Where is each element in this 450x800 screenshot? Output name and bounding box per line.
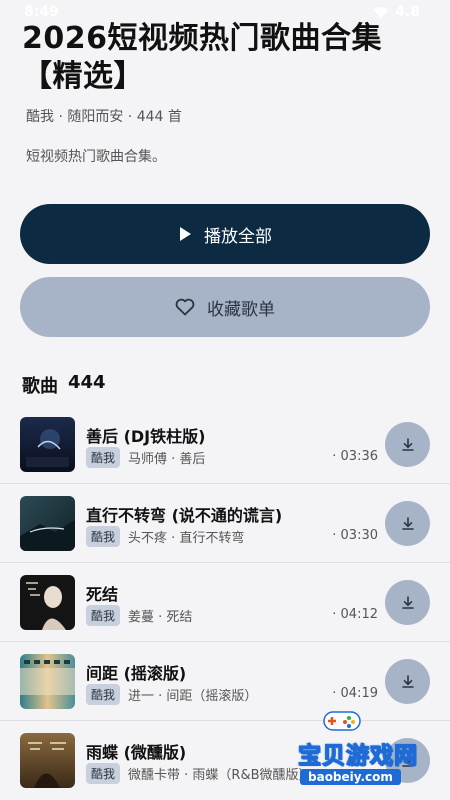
album-cover (20, 417, 75, 472)
song-subline: 酷我 进一 · 间距（摇滚版） (86, 684, 360, 705)
download-button[interactable] (385, 580, 430, 625)
source-tag: 酷我 (86, 763, 121, 784)
song-title: 死结 (86, 585, 119, 604)
song-duration: · 04:19 (332, 686, 378, 701)
song-artist-album: 头不疼 · 直行不转弯 (128, 531, 245, 546)
song-subline: 酷我 马师傅 · 善后 (86, 447, 360, 468)
watermark-logo: 宝贝游戏网 baobeiy.com (272, 706, 444, 792)
wifi-icon (374, 7, 389, 18)
download-button[interactable] (385, 422, 430, 467)
album-cover (20, 575, 75, 630)
songs-section-label: 歌曲 (22, 376, 58, 397)
download-button[interactable] (385, 501, 430, 546)
status-time: 8:49 (24, 4, 59, 20)
download-icon (401, 437, 414, 451)
gamepad-icon (320, 706, 364, 736)
song-duration: · 03:30 (332, 528, 378, 543)
source-tag: 酷我 (86, 447, 121, 468)
watermark-url: baobeiy.com (300, 769, 401, 785)
song-row[interactable]: 善后 (DJ铁柱版) 酷我 马师傅 · 善后 · 03:36 (0, 405, 450, 484)
album-cover (20, 496, 75, 551)
song-title: 间距 (摇滚版) (86, 664, 187, 683)
album-cover (20, 733, 75, 788)
favorite-label: 收藏歌单 (207, 299, 275, 320)
playlist-description: 短视频热门歌曲合集。 (26, 149, 166, 165)
playlist-page: 8:49 4.8 2026短视频热门歌曲合集【精选】 酷我 · 随阳而安 · 4… (0, 0, 450, 800)
playlist-meta: 酷我 · 随阳而安 · 444 首 (26, 109, 182, 125)
song-duration: · 03:36 (332, 449, 378, 464)
source-tag: 酷我 (86, 605, 121, 626)
download-icon (401, 674, 414, 688)
playlist-title: 2026短视频热门歌曲合集【精选】 (22, 21, 382, 94)
song-subline: 酷我 头不疼 · 直行不转弯 (86, 526, 360, 547)
download-icon (401, 595, 414, 609)
play-icon (180, 227, 191, 241)
source-tag: 酷我 (86, 684, 121, 705)
song-artist-album: 姜蔓 · 死结 (128, 610, 193, 625)
song-title: 雨蝶 (微醺版) (86, 743, 187, 762)
heart-outline-icon (175, 298, 195, 316)
play-all-label: 播放全部 (204, 226, 272, 247)
battery-level: 4.8 (395, 4, 420, 20)
status-icons: 4.8 (373, 4, 420, 20)
songs-section-header: 歌曲 444 (22, 372, 106, 398)
source-tag: 酷我 (86, 526, 121, 547)
song-title: 直行不转弯 (说不通的谎言) (86, 506, 283, 525)
song-row[interactable]: 直行不转弯 (说不通的谎言) 酷我 头不疼 · 直行不转弯 · 03:30 (0, 484, 450, 563)
song-duration: · 04:12 (332, 607, 378, 622)
album-cover (20, 654, 75, 709)
download-icon (401, 516, 414, 530)
song-artist-album: 进一 · 间距（摇滚版） (128, 689, 258, 704)
song-title: 善后 (DJ铁柱版) (86, 427, 206, 446)
favorite-playlist-button[interactable]: 收藏歌单 (20, 277, 430, 337)
watermark-text: 宝贝游戏网 (297, 742, 418, 769)
download-button[interactable] (385, 659, 430, 704)
song-subline: 酷我 姜蔓 · 死结 (86, 605, 360, 626)
songs-count: 444 (68, 372, 106, 393)
play-all-button[interactable]: 播放全部 (20, 204, 430, 264)
song-artist-album: 马师傅 · 善后 (128, 452, 206, 467)
song-row[interactable]: 死结 酷我 姜蔓 · 死结 · 04:12 (0, 563, 450, 642)
